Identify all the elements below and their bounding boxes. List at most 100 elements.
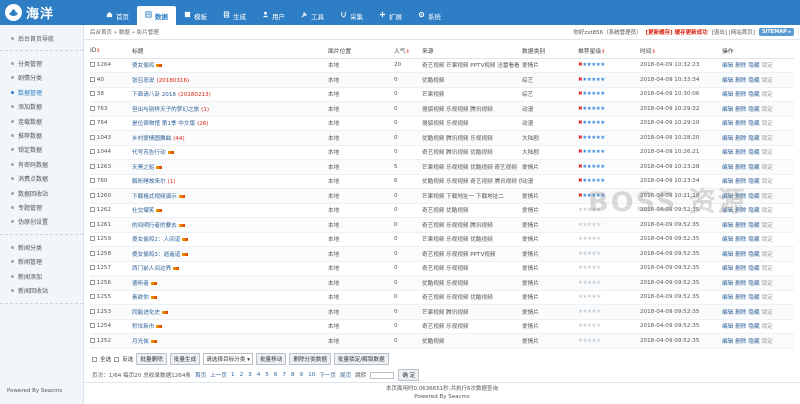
select-all-checkbox[interactable] (92, 356, 97, 362)
op-link[interactable]: 删除 (735, 78, 746, 84)
sidebar-item[interactable]: 新闻分类 (0, 240, 83, 254)
nav-tab-8[interactable]: 系统 (410, 6, 449, 25)
row-checkbox[interactable] (90, 163, 95, 169)
op-link[interactable]: 编辑 (722, 237, 733, 243)
star-rating[interactable]: ✖★★★★★ (578, 174, 640, 189)
row-checkbox[interactable] (90, 279, 95, 285)
logo[interactable]: 海洋 (5, 3, 54, 22)
op-link[interactable]: 隐藏 (748, 281, 759, 287)
title-link[interactable]: 积坟新市 (132, 324, 154, 330)
title-link[interactable]: 但出与别样天子的梦幻之旅 (132, 107, 199, 113)
nav-tab-1[interactable]: 数据 (137, 6, 176, 25)
row-checkbox[interactable] (90, 265, 95, 271)
page-number-link[interactable]: 6 (274, 372, 278, 378)
title-link[interactable]: 下载格式视频演示 (132, 194, 177, 200)
star-rating[interactable]: ★★★★★ (578, 203, 640, 218)
title-link[interactable]: 解析睡故来尔 (132, 179, 166, 185)
sidebar-item[interactable]: 有密码数据 (0, 157, 83, 171)
op-link[interactable]: 隐藏 (748, 150, 759, 156)
star-icon[interactable]: ★ (600, 164, 605, 170)
page-number-link[interactable]: 1 (231, 372, 235, 378)
first-page-link[interactable]: 首页 (195, 371, 206, 379)
op-link[interactable]: 编辑 (722, 165, 733, 171)
row-checkbox[interactable] (90, 308, 95, 314)
op-link[interactable]: 隐藏 (748, 194, 759, 200)
star-rating[interactable]: ★★★★★ (578, 319, 640, 334)
star-rating[interactable]: ✖★★★★★ (578, 87, 640, 102)
last-page-link[interactable]: 尾页 (340, 371, 351, 379)
op-link[interactable]: 删除 (735, 107, 746, 113)
op-link[interactable]: 隐藏 (748, 237, 759, 243)
op-link[interactable]: 删除 (735, 223, 746, 229)
next-page-link[interactable]: 下一页 (319, 371, 336, 379)
op-link[interactable]: 锁定 (762, 252, 773, 258)
bulk-move-button[interactable]: 批量移动 (255, 353, 287, 365)
star-rating[interactable]: ★★★★★ (578, 304, 640, 320)
op-link[interactable]: 锁定 (762, 63, 773, 69)
title-link[interactable]: 傻女偷鸡2：人间道 (132, 237, 180, 243)
op-link[interactable]: 编辑 (722, 121, 733, 127)
star-rating[interactable]: ✖★★★★★ (578, 159, 640, 175)
op-link[interactable]: 删除 (735, 310, 746, 316)
star-rating[interactable]: ✖★★★★★ (578, 116, 640, 131)
star-rating[interactable]: ★★★★★ (578, 217, 640, 233)
op-link[interactable]: 锁定 (762, 295, 773, 301)
op-link[interactable]: 删除 (735, 324, 746, 330)
bulk-delete-button[interactable]: 批量删除 (136, 353, 167, 365)
column-header[interactable]: 推荐星级⇕ (578, 44, 640, 59)
column-header[interactable]: 时间⇕ (640, 44, 722, 59)
title-link[interactable]: 素欲你 (132, 295, 149, 301)
sidebar-item[interactable]: 新闻回收站 (0, 283, 83, 297)
op-link[interactable]: 编辑 (722, 136, 733, 142)
star-rating[interactable]: ★★★★★ (578, 275, 640, 291)
op-link[interactable]: 编辑 (722, 295, 733, 301)
row-checkbox[interactable] (90, 323, 95, 329)
go-button[interactable]: 确 定 (398, 369, 420, 381)
row-checkbox[interactable] (90, 149, 95, 155)
op-link[interactable]: 删除 (735, 237, 746, 243)
sidebar-item[interactable]: 添加数据 (0, 100, 83, 114)
star-icon[interactable]: ★ (596, 294, 601, 300)
row-checkbox[interactable] (90, 62, 95, 68)
title-link[interactable]: 张召忠说 (132, 78, 154, 84)
op-link[interactable]: 编辑 (722, 179, 733, 185)
op-link[interactable]: 隐藏 (748, 324, 759, 330)
op-link[interactable]: 删除 (735, 339, 746, 345)
op-link[interactable]: 隐藏 (748, 208, 759, 214)
op-link[interactable]: 编辑 (722, 339, 733, 345)
op-link[interactable]: 隐藏 (748, 295, 759, 301)
page-number-link[interactable]: 5 (265, 372, 269, 378)
page-number-link[interactable]: 4 (257, 372, 261, 378)
op-link[interactable]: 隐藏 (748, 63, 759, 69)
row-checkbox[interactable] (90, 337, 95, 343)
op-link[interactable]: 编辑 (722, 92, 733, 98)
op-link[interactable]: 隐藏 (748, 223, 759, 229)
title-link[interactable]: 下面请八卦 2018 (132, 92, 176, 98)
op-link[interactable]: 锁定 (762, 281, 773, 287)
star-rating[interactable]: ✖★★★★★ (578, 58, 640, 73)
star-rating[interactable]: ★★★★★ (578, 232, 640, 247)
op-link[interactable]: 编辑 (722, 252, 733, 258)
op-link[interactable]: 锁定 (762, 237, 773, 243)
row-checkbox[interactable] (90, 134, 95, 140)
title-link[interactable]: 天黑之船 (132, 165, 154, 171)
sidebar-item[interactable]: 连载数据 (0, 114, 83, 128)
row-checkbox[interactable] (90, 91, 95, 97)
star-icon[interactable]: ★ (596, 251, 601, 257)
row-checkbox[interactable] (90, 294, 95, 300)
invert-label[interactable]: 反选 (122, 355, 133, 363)
nav-tab-7[interactable]: 扩展 (371, 6, 410, 25)
page-number-link[interactable]: 3 (248, 372, 252, 378)
op-link[interactable]: 删除 (735, 179, 746, 185)
title-link[interactable]: 代号苏告行动 (132, 150, 166, 156)
page-number-link[interactable]: 2 (240, 372, 244, 378)
star-rating[interactable]: ✖★★★★★ (578, 130, 640, 146)
page-number-link[interactable]: 8 (291, 372, 295, 378)
target-category-select[interactable]: 请选择目标分类 ▾ (203, 353, 253, 365)
page-number-link[interactable]: 9 (300, 372, 304, 378)
op-link[interactable]: 删除 (735, 150, 746, 156)
op-link[interactable]: 删除 (735, 92, 746, 98)
page-number-link[interactable]: 10 (308, 372, 315, 378)
op-link[interactable]: 锁定 (762, 194, 773, 200)
row-checkbox[interactable] (90, 120, 95, 126)
